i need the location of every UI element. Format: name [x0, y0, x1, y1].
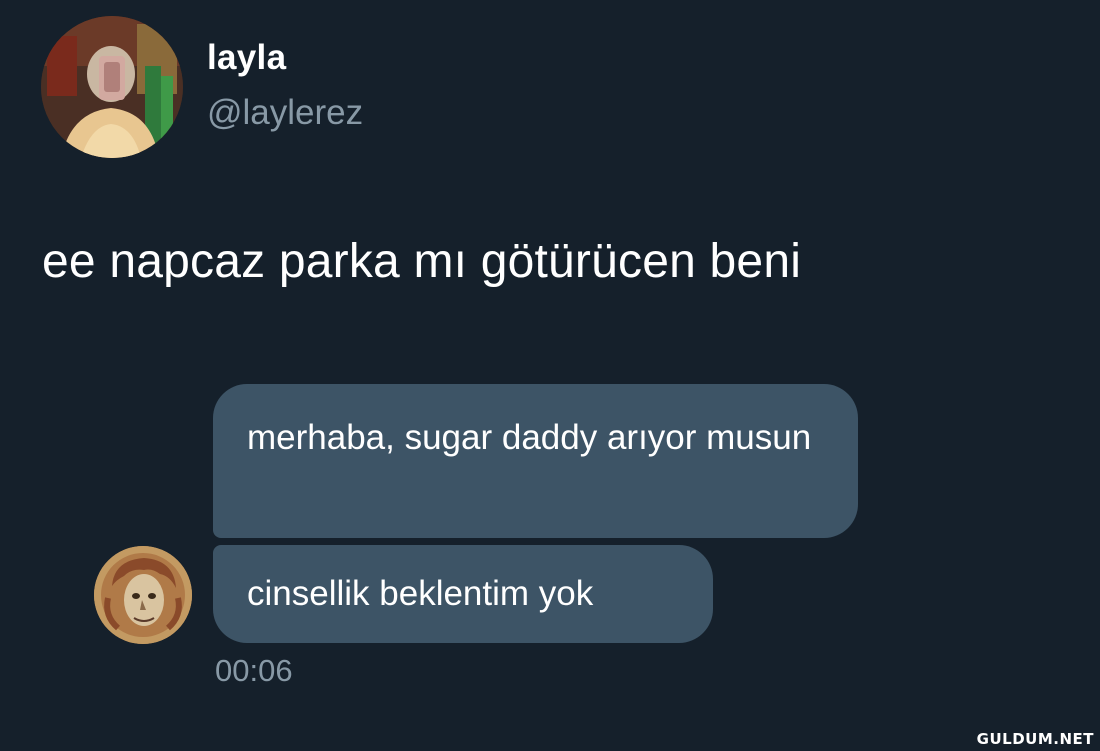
painted-portrait-icon	[94, 546, 192, 644]
tweet-text: ee napcaz parka mı götürücen beni	[42, 235, 802, 288]
display-name[interactable]: layla	[207, 40, 286, 75]
user-handle[interactable]: @laylerez	[207, 95, 363, 130]
message-bubble: cinsellik beklentim yok	[213, 545, 713, 643]
message-bubble: merhaba, sugar daddy arıyor musun	[213, 384, 858, 538]
profile-photo-icon	[41, 16, 183, 158]
site-watermark: GULDUM.NET	[976, 730, 1094, 748]
screenshot-page: layla @laylerez ee napcaz parka mı götür…	[0, 0, 1100, 751]
message-timestamp: 00:06	[215, 653, 293, 688]
sender-avatar	[94, 546, 192, 644]
profile-avatar[interactable]	[41, 16, 183, 158]
